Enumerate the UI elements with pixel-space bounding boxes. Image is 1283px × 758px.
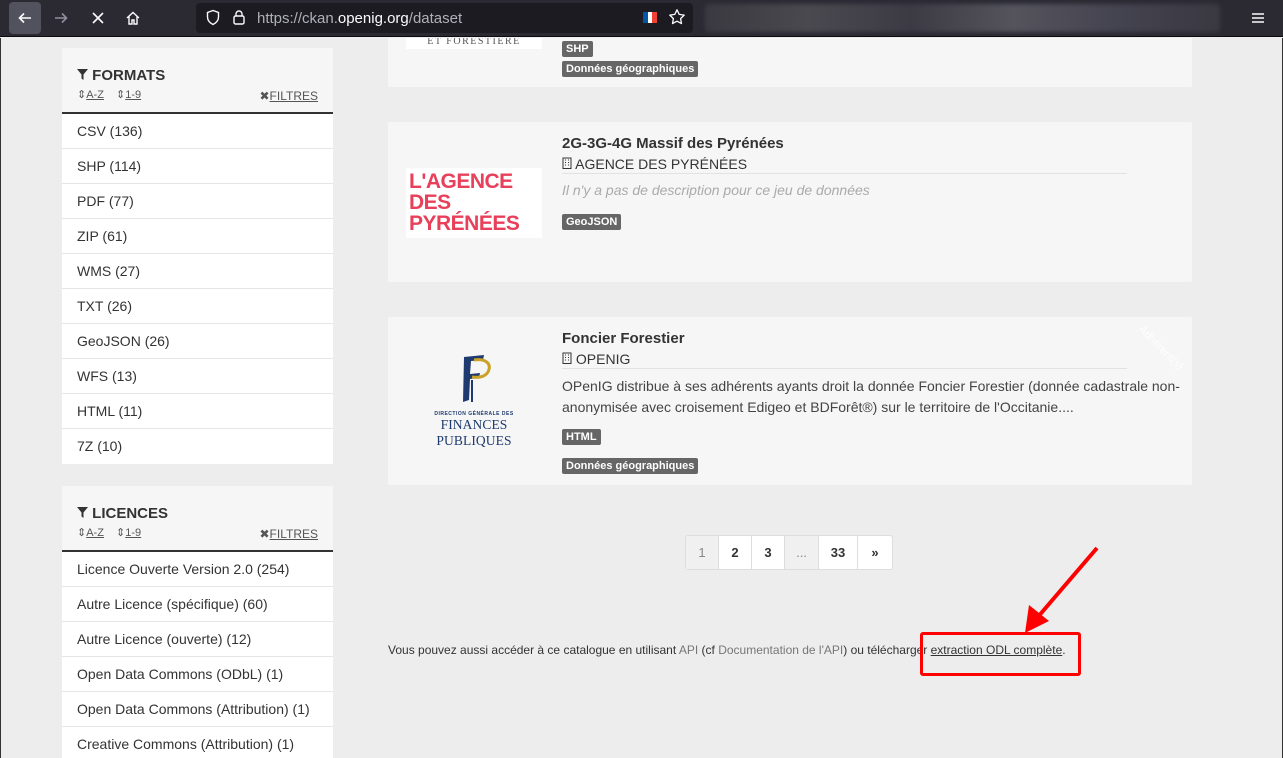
close-icon: ✖	[259, 527, 270, 541]
facet-item[interactable]: Open Data Commons (Attribution) (1)	[62, 692, 333, 727]
format-badge[interactable]: Données géographiques	[562, 458, 699, 474]
separator	[562, 173, 1127, 174]
dataset-title[interactable]: Foncier Forestier	[562, 330, 685, 347]
page-viewport: FORMATS ⇕A-Z ⇕1-9 ✖FILTRES CSV (136) SHP…	[0, 38, 1283, 758]
back-button[interactable]	[9, 2, 41, 34]
facet-formats: FORMATS ⇕A-Z ⇕1-9 ✖FILTRES CSV (136) SHP…	[62, 48, 333, 464]
close-icon: ✖	[259, 89, 270, 103]
page-link[interactable]: 1	[686, 536, 719, 569]
menu-icon[interactable]	[1245, 5, 1271, 31]
sort-count-link[interactable]: 1-9	[125, 89, 141, 101]
home-icon	[126, 11, 140, 25]
dataset-org[interactable]: AGENCE DES PYRÉNÉES	[562, 156, 747, 172]
france-flag-icon[interactable]	[643, 12, 658, 23]
dataset-description: Il n'y a pas de description pour ce jeu …	[562, 182, 870, 198]
forward-button[interactable]	[45, 2, 77, 34]
dataset-logo: ET FORESTIÈRE	[406, 38, 542, 49]
facet-header: FORMATS ⇕A-Z ⇕1-9 ✖FILTRES	[62, 48, 333, 114]
facet-item[interactable]: Autre Licence (ouverte) (12)	[62, 622, 333, 657]
dataset-title[interactable]: 2G-3G-4G Massif des Pyrénées	[562, 135, 784, 152]
extensions-area	[705, 4, 1220, 32]
facet-item[interactable]: Open Data Commons (ODbL) (1)	[62, 657, 333, 692]
page-link[interactable]: 2	[719, 536, 752, 569]
browser-toolbar: https://ckan.openig.org/dataset	[0, 0, 1283, 37]
facet-item[interactable]: CSV (136)	[62, 114, 333, 149]
home-button[interactable]	[117, 2, 149, 34]
api-link[interactable]: API	[679, 643, 698, 657]
clear-filters-link[interactable]: ✖FILTRES	[259, 527, 318, 541]
facet-item[interactable]: HTML (11)	[62, 394, 333, 429]
facet-item[interactable]: WFS (13)	[62, 359, 333, 394]
member-ribbon: Adhérent(s)	[1136, 323, 1186, 373]
facet-sort: ⇕A-Z ⇕1-9	[77, 526, 150, 539]
facet-item[interactable]: GeoJSON (26)	[62, 324, 333, 359]
facet-item[interactable]: TXT (26)	[62, 289, 333, 324]
dataset-card[interactable]: ET FORESTIÈRE SHP Données géographiques	[388, 38, 1192, 87]
facet-item[interactable]: ZIP (61)	[62, 219, 333, 254]
url-bar[interactable]: https://ckan.openig.org/dataset	[196, 3, 693, 33]
facet-item[interactable]: SHP (114)	[62, 149, 333, 184]
facet-header: LICENCES ⇕A-Z ⇕1-9 ✖FILTRES	[62, 486, 333, 552]
star-icon[interactable]	[668, 8, 686, 29]
dataset-card[interactable]: L'AGENCE DES PYRÉNÉES 2G-3G-4G Massif de…	[388, 122, 1192, 282]
facet-title: FORMATS	[77, 67, 165, 84]
dataset-description: OPenIG distribue à ses adhérents ayants …	[562, 378, 1180, 415]
close-icon	[92, 12, 104, 24]
shield-icon[interactable]	[205, 9, 221, 29]
format-badge[interactable]: HTML	[562, 429, 601, 445]
dataset-org[interactable]: OPENIG	[562, 351, 630, 367]
facet-item[interactable]: 7Z (10)	[62, 429, 333, 464]
arrow-left-icon	[18, 12, 31, 24]
annotation-highlight-box	[920, 632, 1081, 676]
facet-item[interactable]: WMS (27)	[62, 254, 333, 289]
facet-list: Licence Ouverte Version 2.0 (254) Autre …	[62, 552, 333, 758]
format-badge[interactable]: SHP	[562, 41, 593, 57]
arrow-right-icon	[55, 12, 68, 24]
separator	[562, 368, 1127, 369]
page-link[interactable]: 33	[819, 536, 858, 569]
filter-icon	[77, 505, 92, 522]
building-icon	[562, 351, 576, 367]
facet-item[interactable]: Licence Ouverte Version 2.0 (254)	[62, 552, 333, 587]
clear-filters-link[interactable]: ✖FILTRES	[259, 89, 318, 103]
dgfip-logo-icon	[463, 355, 491, 402]
facet-item[interactable]: Creative Commons (Attribution) (1)	[62, 727, 333, 758]
dataset-card[interactable]: DIRECTION GÉNÉRALE DES FINANCES PUBLIQUE…	[388, 317, 1192, 485]
building-icon	[562, 156, 575, 172]
sort-az-link[interactable]: A-Z	[86, 527, 104, 539]
filter-icon	[77, 67, 92, 84]
sort-icon: ⇕	[77, 527, 87, 539]
facet-item[interactable]: Autre Licence (spécifique) (60)	[62, 587, 333, 622]
dataset-logo: DIRECTION GÉNÉRALE DES FINANCES PUBLIQUE…	[406, 352, 542, 448]
annotation-arrow-icon	[1025, 546, 1099, 633]
format-badge[interactable]: Données géographiques	[562, 61, 699, 77]
sort-az-link[interactable]: A-Z	[86, 89, 104, 101]
viewport-border	[0, 38, 1, 758]
dataset-logo: L'AGENCE DES PYRÉNÉES	[406, 168, 542, 238]
sort-count-link[interactable]: 1-9	[125, 527, 141, 539]
facet-item[interactable]: PDF (77)	[62, 184, 333, 219]
sort-icon: ⇕	[77, 89, 87, 101]
page-link[interactable]: 3	[752, 536, 785, 569]
facet-list: CSV (136) SHP (114) PDF (77) ZIP (61) WM…	[62, 114, 333, 464]
url-text[interactable]: https://ckan.openig.org/dataset	[257, 10, 462, 27]
sort-icon: ⇕	[116, 89, 126, 101]
facet-title: LICENCES	[77, 505, 168, 522]
facet-sort: ⇕A-Z ⇕1-9	[77, 88, 150, 101]
stop-button[interactable]	[82, 2, 114, 34]
api-doc-link[interactable]: Documentation de l'API	[718, 643, 843, 657]
next-page-link[interactable]: »	[858, 536, 892, 569]
sort-icon: ⇕	[116, 527, 126, 539]
lock-icon[interactable]	[232, 9, 246, 29]
pagination: 1 2 3 ... 33 »	[685, 535, 893, 570]
page-ellipsis: ...	[785, 536, 819, 569]
format-badge[interactable]: GeoJSON	[562, 214, 622, 230]
facet-licences: LICENCES ⇕A-Z ⇕1-9 ✖FILTRES Licence Ouve…	[62, 486, 333, 758]
